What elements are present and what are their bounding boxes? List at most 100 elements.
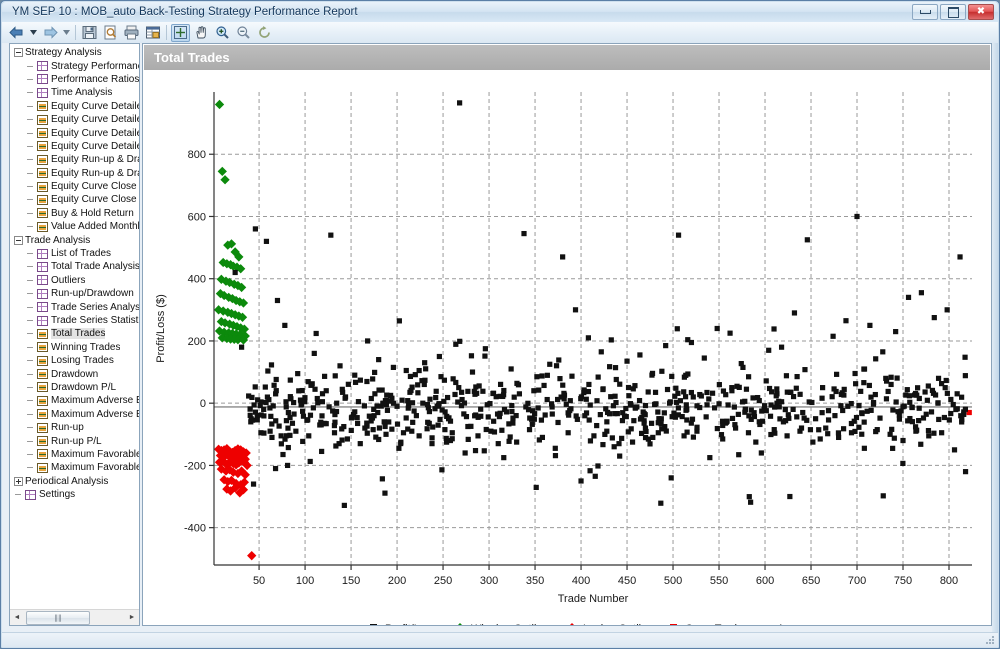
tree-item-equity-curve-detailed[interactable]: Equity Curve Detailed: [12, 140, 139, 153]
minimize-button[interactable]: [912, 4, 938, 20]
page-setup-button[interactable]: [101, 24, 120, 42]
data-point: [326, 404, 332, 410]
scrollbar-thumb[interactable]: ‖‖: [26, 610, 90, 625]
pan-button[interactable]: [192, 24, 211, 42]
tree-item-strategy-performance[interactable]: Strategy Performance: [12, 59, 139, 72]
back-button[interactable]: [7, 24, 26, 42]
tree-item-run-up-drawdown[interactable]: Run-up/Drawdown: [12, 287, 139, 300]
collapse-icon[interactable]: [14, 235, 23, 245]
tree-item-strategy-analysis[interactable]: Strategy Analysis: [12, 46, 139, 59]
collapse-icon[interactable]: [14, 48, 23, 58]
data-point: [776, 398, 782, 404]
tree-item-list-of-trades[interactable]: List of Trades: [12, 247, 139, 260]
data-point: [669, 414, 675, 420]
zoom-out-button[interactable]: [234, 24, 253, 42]
data-point: [276, 423, 282, 429]
chart-container[interactable]: 800 600 400 200 0 -200 -400 50 100 150 200 250 300 35…: [144, 70, 990, 625]
data-point: [318, 419, 324, 425]
refresh-button[interactable]: [255, 24, 274, 42]
crosshair-select-button[interactable]: [171, 23, 190, 42]
data-point: [888, 381, 894, 388]
tree-item-buy-hold-return[interactable]: Buy & Hold Return: [12, 207, 139, 220]
data-point: [587, 468, 593, 474]
scroll-left-button[interactable]: ◄: [10, 611, 24, 625]
forward-dropdown-button[interactable]: [61, 24, 71, 42]
scroll-right-button[interactable]: ►: [125, 611, 139, 625]
close-button[interactable]: ✖: [968, 4, 994, 20]
tree-item-performance-ratios[interactable]: Performance Ratios: [12, 73, 139, 86]
forward-button[interactable]: [40, 24, 59, 42]
data-point: [859, 410, 865, 416]
tree-item-equity-curve-detailed[interactable]: Equity Curve Detailed: [12, 113, 139, 126]
data-point: [485, 414, 491, 420]
data-point: [534, 374, 540, 380]
tree-item-maximum-adverse-excursion[interactable]: Maximum Adverse Excursion: [12, 394, 139, 407]
x-tick-label: 300: [480, 575, 498, 587]
chart-report-icon: [37, 194, 48, 205]
tree-item-equity-curve-detailed[interactable]: Equity Curve Detailed: [12, 126, 139, 139]
tree-item-maximum-adverse-excursion[interactable]: Maximum Adverse Excursion: [12, 408, 139, 421]
tree-item-run-up-p-l[interactable]: Run-up P/L: [12, 434, 139, 447]
data-point: [582, 413, 588, 419]
tree-connector-icon: [26, 88, 35, 97]
tree-item-time-analysis[interactable]: Time Analysis: [12, 86, 139, 99]
resize-grip-icon[interactable]: [985, 635, 995, 645]
tree-item-equity-curve-close-to-close[interactable]: Equity Curve Close To Close: [12, 180, 139, 193]
tree-item-settings[interactable]: Settings: [12, 488, 139, 501]
tree-item-losing-trades[interactable]: Losing Trades: [12, 354, 139, 367]
tree-item-equity-run-up-drawdown[interactable]: Equity Run-up & Drawdown: [12, 153, 139, 166]
data-point: [583, 396, 589, 402]
scrollbar-track[interactable]: ‖‖: [24, 610, 125, 625]
tree-item-trade-series-analysis[interactable]: Trade Series Analysis: [12, 300, 139, 313]
save-button[interactable]: [80, 24, 99, 42]
scatter-chart[interactable]: 800 600 400 200 0 -200 -400 50 100 150 200 250 300 35…: [144, 70, 990, 625]
data-point: [544, 372, 550, 378]
tree-item-periodical-analysis[interactable]: Periodical Analysis: [12, 475, 139, 488]
tree-item-winning-trades[interactable]: Winning Trades: [12, 341, 139, 354]
data-point: [444, 394, 451, 401]
data-point: [357, 441, 363, 447]
data-point: [732, 422, 738, 428]
data-point: [319, 391, 326, 397]
tree-scroll-area[interactable]: Strategy Analysis Strategy Performance Per…: [10, 44, 139, 609]
data-point: [493, 394, 499, 400]
tree-item-label: Total Trades: [51, 328, 106, 340]
tree-item-trade-analysis[interactable]: Trade Analysis: [12, 233, 139, 246]
tree-item-equity-curve-detailed[interactable]: Equity Curve Detailed: [12, 100, 139, 113]
expand-icon[interactable]: [14, 476, 23, 486]
data-point: [763, 378, 769, 384]
tree-item-equity-run-up-drawdown[interactable]: Equity Run-up & Drawdown: [12, 167, 139, 180]
export-button[interactable]: [143, 24, 162, 42]
data-point: [759, 408, 765, 414]
data-point: [912, 424, 919, 430]
tree-item-drawdown[interactable]: Drawdown: [12, 367, 139, 380]
tree-item-outliers[interactable]: Outliers: [12, 274, 139, 287]
data-point: [228, 488, 233, 494]
tree-item-equity-curve-close-to-close[interactable]: Equity Curve Close To Close: [12, 193, 139, 206]
zoom-in-button[interactable]: [213, 24, 232, 42]
data-point: [813, 416, 819, 422]
data-point: [798, 425, 805, 431]
tree-item-run-up[interactable]: Run-up: [12, 421, 139, 434]
data-point: [758, 450, 764, 456]
data-point: [244, 450, 249, 456]
tree-item-trade-series-statistics[interactable]: Trade Series Statistics: [12, 314, 139, 327]
tree-item-maximum-favorable-excursion[interactable]: Maximum Favorable Excursion: [12, 448, 139, 461]
data-point: [750, 395, 756, 401]
tree-item-total-trade-analysis[interactable]: Total Trade Analysis: [12, 260, 139, 273]
data-point: [625, 384, 632, 391]
data-point: [905, 418, 911, 424]
tree-connector-icon: [26, 129, 35, 138]
tree-horizontal-scrollbar[interactable]: ◄ ‖‖ ►: [10, 609, 139, 625]
back-dropdown-button[interactable]: [28, 24, 38, 42]
tree-item-drawdown-p-l[interactable]: Drawdown P/L: [12, 381, 139, 394]
tree-item-total-trades[interactable]: Total Trades: [12, 327, 139, 340]
tree-item-value-added-monthly-index[interactable]: Value Added Monthly Index: [12, 220, 139, 233]
data-point: [220, 169, 225, 174]
data-point: [873, 356, 879, 362]
data-point: [673, 385, 679, 391]
maximize-button[interactable]: [940, 4, 966, 20]
tree-item-maximum-favorable-excursion[interactable]: Maximum Favorable Excursion: [12, 461, 139, 474]
data-point: [748, 499, 754, 505]
print-button[interactable]: [122, 24, 141, 42]
